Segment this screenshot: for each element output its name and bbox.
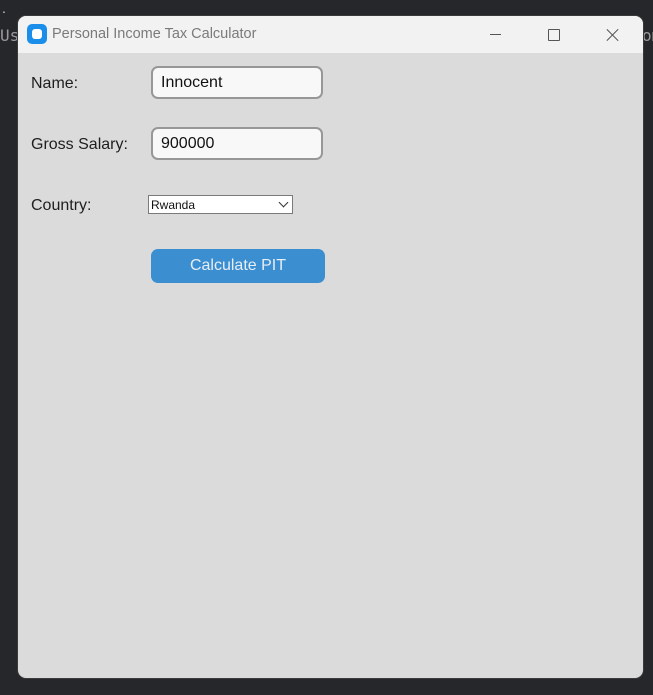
country-label: Country: xyxy=(31,197,92,214)
minimize-icon xyxy=(489,34,501,35)
terminal-background-text-left: Us xyxy=(0,26,20,45)
chevron-down-icon xyxy=(278,197,289,208)
country-select[interactable]: Rwanda xyxy=(148,195,293,214)
terminal-background-dot: . xyxy=(2,0,6,16)
close-button[interactable] xyxy=(584,16,642,53)
close-icon xyxy=(606,28,620,42)
maximize-button[interactable] xyxy=(525,16,583,53)
maximize-icon xyxy=(548,28,560,41)
terminal-background-text-right: om xyxy=(642,26,653,45)
app-window: Personal Income Tax Calculator Name: Gro… xyxy=(18,16,643,678)
name-input[interactable] xyxy=(151,66,323,99)
name-label: Name: xyxy=(31,75,79,92)
app-icon xyxy=(27,24,47,44)
country-select-value: Rwanda xyxy=(151,198,196,212)
calculate-pit-button[interactable]: Calculate PIT xyxy=(151,249,325,283)
gross-salary-input[interactable] xyxy=(151,127,323,160)
gross-salary-label: Gross Salary: xyxy=(31,136,128,153)
window-title: Personal Income Tax Calculator xyxy=(52,26,257,42)
title-bar[interactable]: Personal Income Tax Calculator xyxy=(18,16,643,53)
minimize-button[interactable] xyxy=(466,16,524,53)
